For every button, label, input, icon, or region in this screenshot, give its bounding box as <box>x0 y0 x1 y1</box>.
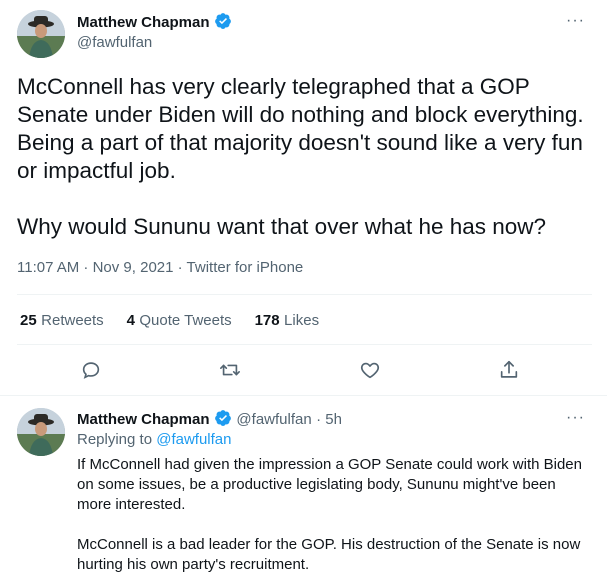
reply-text: If McConnell had given the impression a … <box>77 455 592 575</box>
quote-tweets-stat[interactable]: 4 Quote Tweets <box>127 312 237 329</box>
reply-paragraph-2: McConnell is a bad leader for the GOP. H… <box>77 536 581 573</box>
avatar[interactable] <box>17 10 65 58</box>
tweet-text: McConnell has very clearly telegraphed t… <box>17 73 592 241</box>
replying-to-link[interactable]: @fawfulfan <box>156 431 231 448</box>
tweet-paragraph-2: Why would Sununu want that over what he … <box>17 214 547 239</box>
reply-time[interactable]: · 5h <box>316 411 342 428</box>
reply-avatar[interactable] <box>17 408 65 456</box>
share-icon[interactable] <box>498 359 520 386</box>
verified-badge-icon <box>214 410 236 428</box>
author-handle[interactable]: @fawfulfan <box>77 34 152 51</box>
likes-stat[interactable]: 178 Likes <box>255 312 320 329</box>
tweet-timestamp[interactable]: 11:07 AM · Nov 9, 2021 · Twitter for iPh… <box>17 259 303 276</box>
divider <box>17 344 592 345</box>
reply-author-handle[interactable]: @fawfulfan <box>236 411 311 428</box>
like-icon[interactable] <box>359 359 381 386</box>
reply-paragraph-1: If McConnell had given the impression a … <box>77 456 582 513</box>
reply-icon[interactable] <box>80 359 102 386</box>
reply-header: Matthew Chapman @fawfulfan · 5h <box>77 409 342 429</box>
retweets-stat[interactable]: 25 Retweets <box>20 312 108 329</box>
tweet-paragraph-1: McConnell has very clearly telegraphed t… <box>17 74 584 183</box>
retweet-icon[interactable] <box>219 359 241 386</box>
divider <box>0 395 607 396</box>
reply-more-options-icon[interactable]: ··· <box>566 409 585 427</box>
more-options-icon[interactable]: ··· <box>566 12 585 30</box>
author-name[interactable]: Matthew Chapman <box>77 14 210 31</box>
stats-bar: 25 Retweets 4 Quote Tweets 178 Likes <box>20 312 319 330</box>
divider <box>17 294 592 295</box>
replying-to: Replying to @fawfulfan <box>77 431 232 448</box>
reply-author-name[interactable]: Matthew Chapman <box>77 411 210 428</box>
verified-badge-icon <box>214 13 232 31</box>
